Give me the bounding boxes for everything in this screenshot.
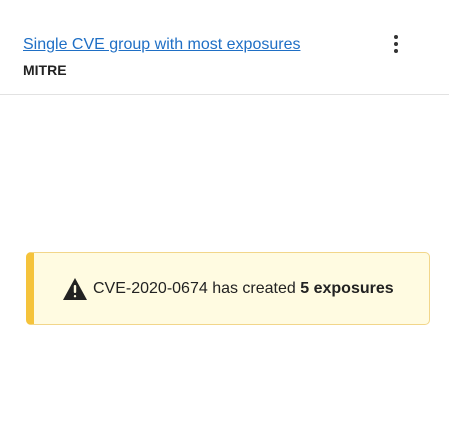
warning-alert: CVE-2020-0674 has created 5 exposures bbox=[26, 252, 430, 325]
cve-card: Single CVE group with most exposures MIT… bbox=[0, 0, 449, 448]
more-vertical-icon bbox=[394, 35, 398, 39]
alert-message: CVE-2020-0674 has created 5 exposures bbox=[93, 279, 394, 299]
card-header: Single CVE group with most exposures MIT… bbox=[0, 0, 449, 95]
more-options-button[interactable] bbox=[384, 31, 408, 57]
card-subtitle: MITRE bbox=[23, 62, 67, 78]
warning-icon bbox=[63, 278, 87, 300]
more-vertical-icon-dot bbox=[394, 42, 398, 46]
exposure-count: 5 exposures bbox=[300, 280, 394, 297]
card-title-link[interactable]: Single CVE group with most exposures bbox=[23, 35, 300, 55]
more-vertical-icon-dot bbox=[394, 49, 398, 53]
alert-message-prefix: CVE-2020-0674 has created bbox=[93, 280, 296, 297]
